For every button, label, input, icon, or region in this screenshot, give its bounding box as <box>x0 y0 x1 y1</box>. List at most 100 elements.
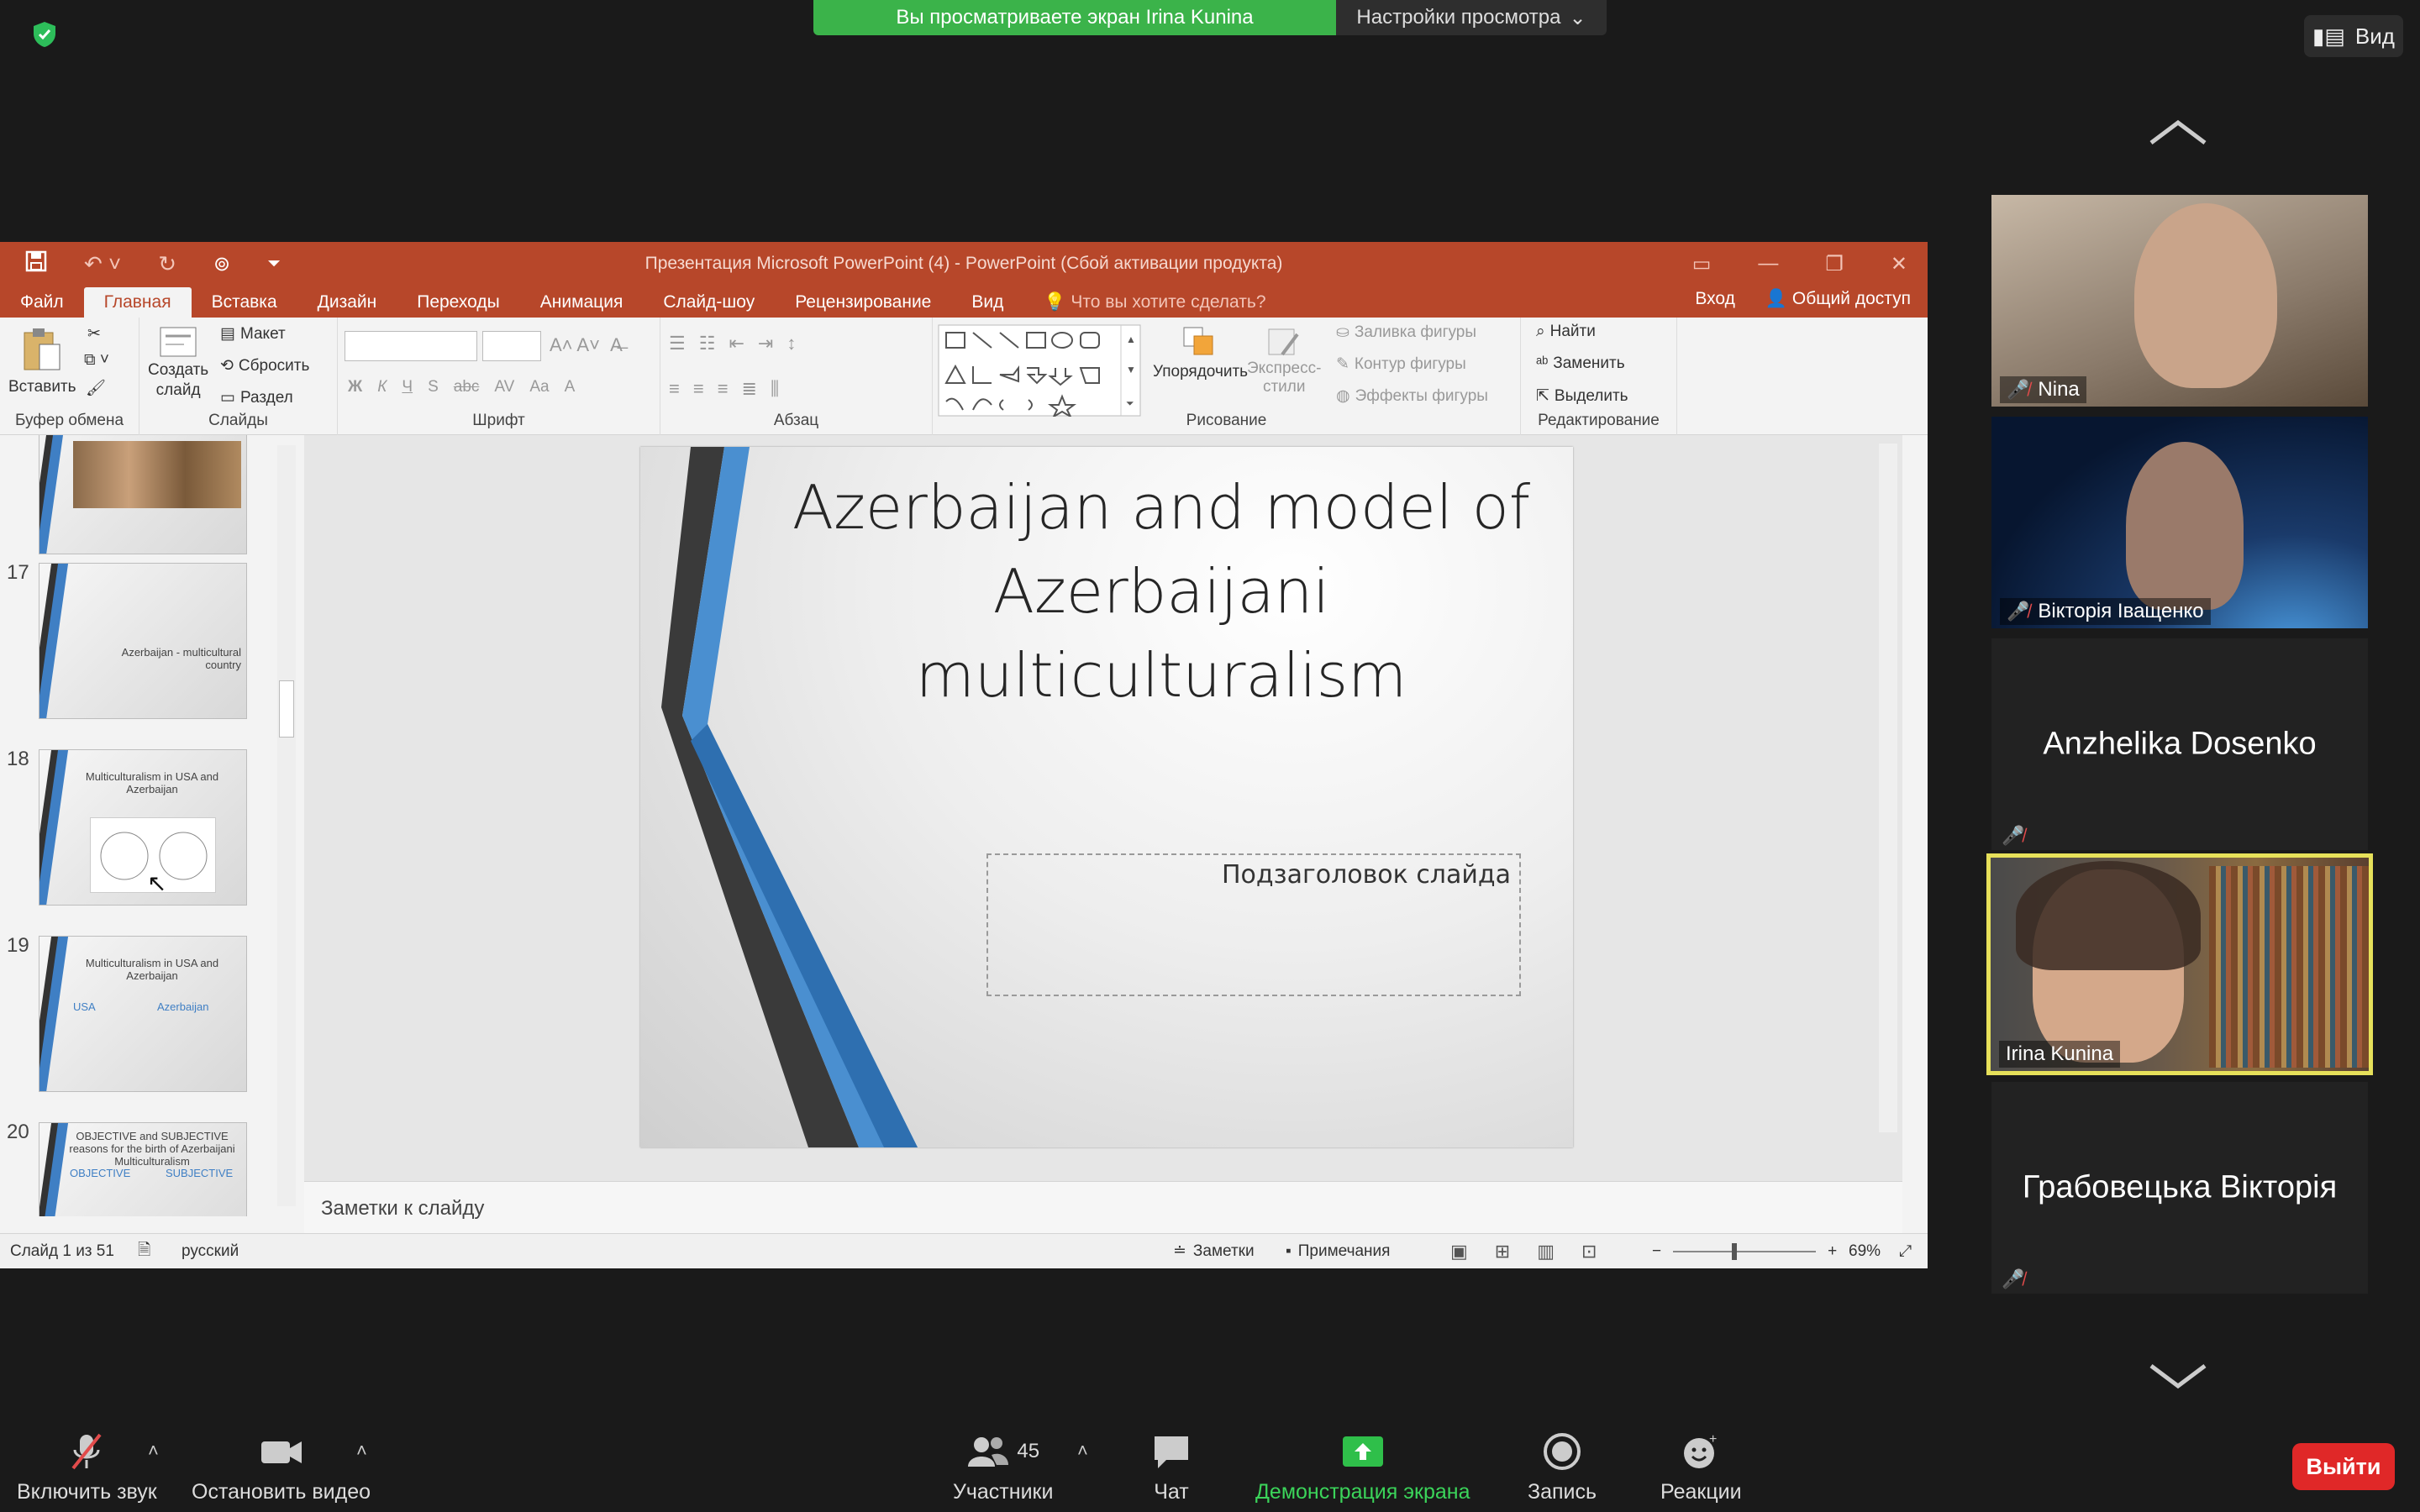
columns-icon[interactable]: ⫼ <box>771 378 779 400</box>
view-options-button[interactable]: Настройки просмотра ⌄ <box>1336 0 1607 35</box>
section-button[interactable]: ▭ Раздел <box>220 388 293 407</box>
sign-in-link[interactable]: Вход <box>1695 289 1735 309</box>
record-button[interactable]: Запись <box>1528 1431 1597 1504</box>
decrease-indent-icon[interactable]: ⇤ <box>729 333 744 354</box>
font-size-buttons[interactable]: A˄ A˅ A̶ <box>550 334 623 356</box>
slide-thumbnail[interactable]: Multiculturalism in USA and Azerbaijan U… <box>39 936 247 1092</box>
underline-button[interactable]: Ч <box>402 378 413 396</box>
participant-tile-anzhelika-dosenko[interactable]: Anzhelika Dosenko 🎤̸ <box>1991 638 2368 850</box>
shapes-gallery[interactable]: ▲ ▼ ⏷ <box>938 324 1141 417</box>
notes-button[interactable]: ≐ Заметки <box>1173 1242 1255 1261</box>
slide-thumbnail[interactable]: Azerbaijan - multicultural country <box>39 563 247 719</box>
increase-indent-icon[interactable]: ⇥ <box>758 333 773 354</box>
layout-button[interactable]: ▤ Макет <box>220 324 286 344</box>
font-size-select[interactable] <box>482 331 541 361</box>
present-from-start-icon[interactable]: ⊚ <box>213 252 230 276</box>
slide-sorter-icon[interactable]: ⊞ <box>1495 1241 1510 1263</box>
slide-thumbnail[interactable] <box>39 435 247 554</box>
zoom-thumb[interactable] <box>1732 1242 1738 1260</box>
numbering-icon[interactable]: ☷ <box>699 333 716 354</box>
spacing-button[interactable]: AV <box>494 378 514 396</box>
select-button[interactable]: ⇱ Выделить <box>1536 386 1628 406</box>
align-buttons[interactable]: ≡ ≡ ≡ ≣ ⫼ <box>669 378 779 400</box>
undo-icon[interactable]: ↶ ˅ <box>84 251 121 277</box>
slideshow-icon[interactable]: ⊡ <box>1581 1241 1597 1263</box>
share-button[interactable]: 👤 Общий доступ <box>1765 289 1911 309</box>
comments-button[interactable]: ▪ Примечания <box>1286 1242 1390 1261</box>
scroll-up-chevron-icon[interactable] <box>2148 118 2208 148</box>
tab-transitions[interactable]: Переходы <box>397 287 520 318</box>
paste-button[interactable]: Вставить <box>8 326 76 396</box>
quick-styles-button[interactable]: Экспресс- стили <box>1247 326 1321 396</box>
ribbon-display-options-icon[interactable]: ▭ <box>1692 252 1712 276</box>
language-indicator[interactable]: русский <box>182 1242 239 1261</box>
reactions-button[interactable]: + Реакции <box>1660 1431 1742 1504</box>
shape-outline-button[interactable]: ✎ Контур фигуры <box>1336 354 1466 374</box>
format-painter-icon[interactable]: 🖌 <box>86 378 106 398</box>
copy-icon[interactable]: ⧉ ˅ <box>84 351 109 370</box>
italic-button[interactable]: К <box>377 378 387 396</box>
view-button[interactable]: ▮▤ Вид <box>2304 15 2403 57</box>
font-color-button[interactable]: A <box>565 378 576 396</box>
stop-video-button[interactable]: Остановить видео <box>192 1431 371 1504</box>
slide-thumbnail[interactable]: OBJECTIVE and SUBJECTIVE reasons for the… <box>39 1122 247 1216</box>
reset-button[interactable]: ⟲ Сбросить <box>220 356 309 375</box>
slide-thumbnail[interactable]: Multiculturalism in USA and Azerbaijan ↖ <box>39 749 247 906</box>
chat-button[interactable]: Чат <box>1151 1431 1192 1504</box>
maximize-icon[interactable]: ❐ <box>1825 252 1844 276</box>
share-screen-button[interactable]: Демонстрация экрана <box>1255 1431 1470 1504</box>
change-case-button[interactable]: Aa <box>529 378 549 396</box>
scrollbar-thumb[interactable] <box>279 680 294 738</box>
line-spacing-icon[interactable]: ↕ <box>786 333 796 354</box>
arrange-button[interactable]: Упорядочить <box>1153 326 1248 381</box>
bullets-icon[interactable]: ☰ <box>669 333 686 354</box>
tab-view[interactable]: Вид <box>951 287 1023 318</box>
shadow-button[interactable]: S <box>428 378 439 396</box>
leave-meeting-button[interactable]: Выйти <box>2292 1443 2395 1490</box>
participant-tile-hrabovetska-viktoria[interactable]: Грабовецька Вікторія 🎤̸ <box>1991 1082 2368 1294</box>
audio-options-chevron-icon[interactable]: ˄ <box>148 1440 159 1462</box>
zoom-out-icon[interactable]: − <box>1652 1242 1661 1261</box>
tab-slideshow[interactable]: Слайд-шоу <box>643 287 775 318</box>
security-shield-icon[interactable] <box>30 20 59 49</box>
tell-me-box[interactable]: 💡 Что вы хотите сделать? <box>1023 287 1286 318</box>
new-slide-button[interactable]: Создать слайд <box>148 326 208 400</box>
customize-toolbar-icon[interactable]: ⏷ <box>267 255 281 274</box>
zoom-slider[interactable]: − + <box>1652 1242 1837 1261</box>
save-icon[interactable] <box>25 250 47 277</box>
zoom-in-icon[interactable]: + <box>1828 1242 1837 1261</box>
tab-review[interactable]: Рецензирование <box>775 287 951 318</box>
justify-icon[interactable]: ≣ <box>742 378 757 400</box>
participant-tile-irina-kunina[interactable]: Irina Kunina <box>1986 853 2373 1075</box>
participants-button[interactable]: 45 Участники <box>953 1431 1053 1504</box>
replace-button[interactable]: ᵃᵇ Заменить <box>1536 354 1625 373</box>
align-right-icon[interactable]: ≡ <box>718 378 729 400</box>
shape-effects-button[interactable]: ◍ Эффекты фигуры <box>1336 386 1488 406</box>
participant-tile-viktoria-ivashchenko[interactable]: 🎤̸ Вікторія Іващенко <box>1991 417 2368 628</box>
font-family-select[interactable] <box>345 331 477 361</box>
fit-slide-icon[interactable]: ⤢ <box>1899 1242 1912 1261</box>
zoom-level[interactable]: 69% <box>1849 1242 1881 1261</box>
normal-view-icon[interactable]: ▣ <box>1450 1241 1468 1263</box>
align-center-icon[interactable]: ≡ <box>693 378 704 400</box>
thumbnails-scrollbar[interactable] <box>277 445 296 1206</box>
slide-title[interactable]: Azerbaijan and model of Azerbaijani mult… <box>792 465 1531 717</box>
reading-view-icon[interactable]: ▥ <box>1537 1241 1555 1263</box>
notes-pane[interactable]: Заметки к слайду <box>304 1181 1902 1233</box>
participants-options-chevron-icon[interactable]: ˄ <box>1077 1440 1088 1462</box>
tab-home[interactable]: Главная <box>83 287 192 318</box>
tab-animations[interactable]: Анимация <box>520 287 644 318</box>
scroll-down-chevron-icon[interactable] <box>2148 1361 2208 1391</box>
tab-insert[interactable]: Вставка <box>192 287 297 318</box>
slide-scrollbar[interactable] <box>1879 444 1897 1132</box>
bold-button[interactable]: Ж <box>348 378 362 396</box>
tab-design[interactable]: Дизайн <box>297 287 397 318</box>
minimize-icon[interactable]: — <box>1758 252 1778 276</box>
video-options-chevron-icon[interactable]: ˄ <box>356 1440 367 1462</box>
list-buttons[interactable]: ☰ ☷ ⇤ ⇥ ↕ <box>669 333 796 354</box>
subtitle-placeholder[interactable]: Подзаголовок слайда <box>986 853 1521 996</box>
current-slide[interactable]: Azerbaijan and model of Azerbaijani mult… <box>640 447 1573 1147</box>
find-button[interactable]: ⌕ Найти <box>1536 323 1596 341</box>
font-format-buttons[interactable]: Ж К Ч S abc AV Aa A <box>348 378 575 396</box>
zoom-track[interactable] <box>1673 1242 1817 1260</box>
